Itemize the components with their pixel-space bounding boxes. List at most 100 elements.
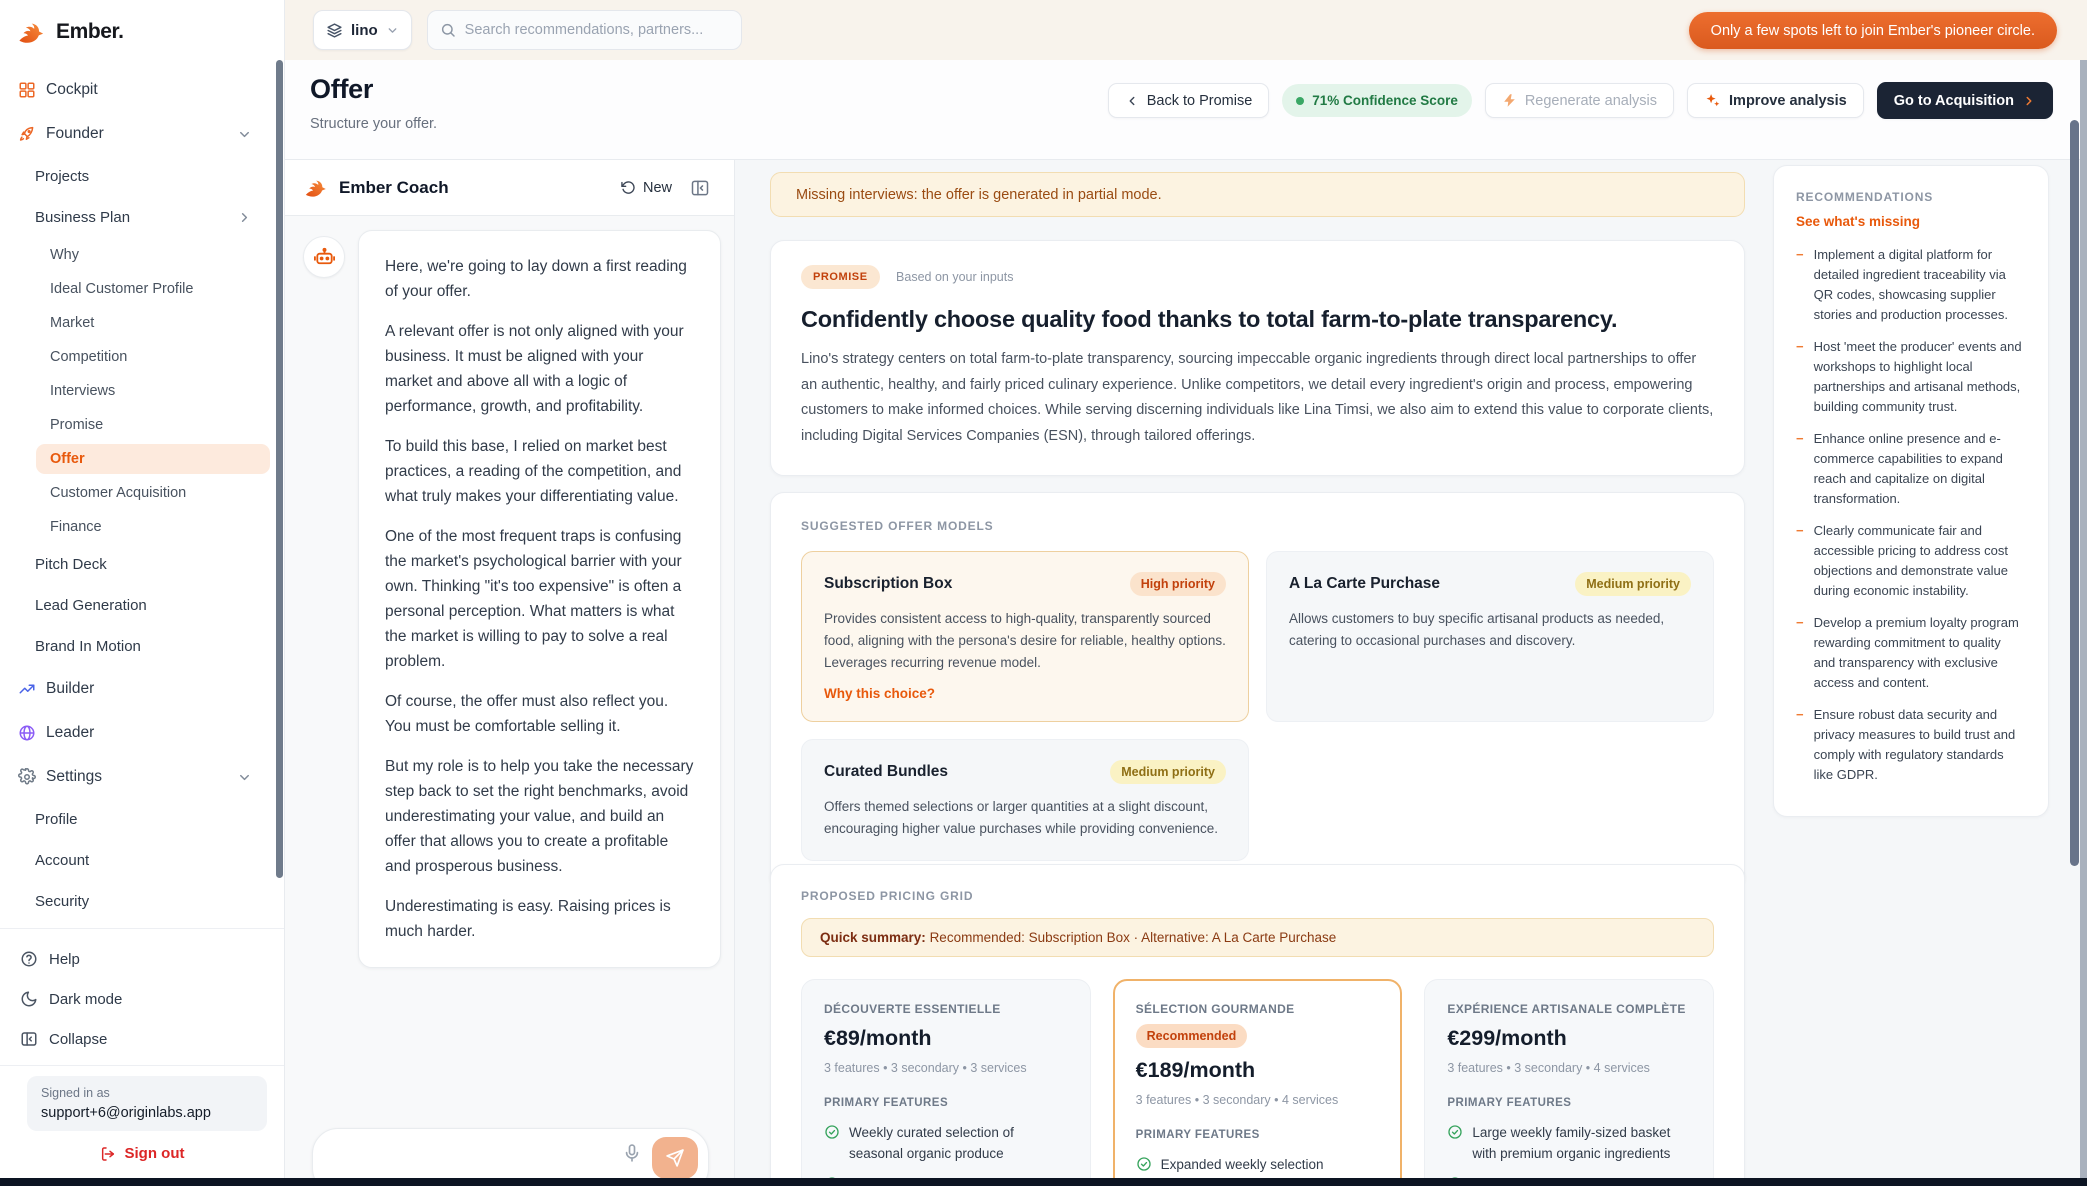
priority-badge: Medium priority [1110,760,1226,784]
help-icon [20,950,38,968]
sidebar-item-collapse[interactable]: Collapse [0,1019,284,1059]
improve-analysis-button[interactable]: Improve analysis [1687,83,1864,118]
sidebar-item-cockpit[interactable]: Cockpit [0,68,284,112]
sidebar-item-label: Promise [50,417,103,433]
regenerate-analysis-button[interactable]: Regenerate analysis [1485,83,1674,118]
sidebar-item-label: Collapse [49,1031,107,1048]
chevron-down-icon [237,770,252,785]
tier-feature-list: Weekly curated selection of seasonal org… [824,1122,1068,1186]
sidebar-item-label: Ideal Customer Profile [50,281,193,297]
sidebar-item-founder[interactable]: Founder [0,112,284,156]
sidebar-item-projects[interactable]: Projects [0,156,284,197]
page-subtitle: Structure your offer. [310,116,437,132]
robot-icon [313,246,336,269]
microphone-icon[interactable] [622,1143,642,1163]
sidebar-item-dark-mode[interactable]: Dark mode [0,979,284,1019]
pricing-tier-experience[interactable]: EXPÉRIENCE ARTISANALE COMPLÈTE €299/mont… [1424,979,1714,1186]
send-message-button[interactable] [652,1137,698,1178]
sidebar-item-ideal-customer-profile[interactable]: Ideal Customer Profile [0,272,284,306]
collapse-panel-icon[interactable] [690,178,710,198]
sidebar-item-interviews[interactable]: Interviews [0,374,284,408]
tier-price: €89/month [824,1026,1068,1051]
sidebar-item-promise[interactable]: Promise [0,408,284,442]
why-this-choice-link[interactable]: Why this choice? [824,686,1226,701]
offer-model-a-la-carte[interactable]: A La Carte Purchase Medium priority Allo… [1266,551,1714,722]
pricing-tier-selection-recommended[interactable]: SÉLECTION GOURMANDE Recommended €189/mon… [1113,979,1403,1186]
recommendation-item: −Host 'meet the producer' events and wor… [1796,337,2026,417]
recommendation-item: −Clearly communicate fair and accessible… [1796,521,2026,601]
taskbar-edge [0,1178,2087,1186]
page-scrollbar-track[interactable] [2080,60,2087,1186]
offer-model-subscription-box[interactable]: Subscription Box High priority Provides … [801,551,1249,722]
search-input[interactable] [465,22,729,38]
sidebar-item-market[interactable]: Market [0,306,284,340]
sidebar-item-label: Projects [35,168,89,185]
header-actions: Back to Promise 71% Confidence Score Reg… [1108,82,2053,119]
tier-features-label: PRIMARY FEATURES [824,1097,1068,1109]
divider [0,928,284,929]
sidebar-item-offer[interactable]: Offer [36,444,270,474]
promo-banner-button[interactable]: Only a few spots left to join Ember's pi… [1689,12,2057,49]
go-to-acquisition-button[interactable]: Go to Acquisition [1877,82,2053,119]
sidebar-item-label: Account [35,852,89,869]
global-search [427,10,742,50]
sidebar-item-help[interactable]: Help [0,939,284,979]
coach-message-bubble: Here, we're going to lay down a first re… [358,230,721,968]
new-conversation-button[interactable]: New [621,180,672,196]
chat-input-box [312,1128,709,1178]
sidebar-item-lead-generation[interactable]: Lead Generation [0,585,284,626]
sidebar-item-customer-acquisition[interactable]: Customer Acquisition [0,476,284,510]
tier-name: DÉCOUVERTE ESSENTIELLE [824,1002,1001,1016]
tier-features-label: PRIMARY FEATURES [1136,1129,1380,1141]
check-circle-icon [824,1124,840,1140]
sidebar-item-label: Builder [46,680,94,698]
sidebar-item-brand-in-motion[interactable]: Brand In Motion [0,626,284,667]
chevron-down-icon [386,24,399,37]
sidebar-item-leader[interactable]: Leader [0,711,284,755]
sidebar-item-label: Finance [50,519,102,535]
page-scrollbar-thumb[interactable] [2070,120,2079,866]
sidebar-item-business-plan[interactable]: Business Plan [0,197,284,238]
workspace-name: lino [351,22,378,39]
offer-model-curated-bundles[interactable]: Curated Bundles Medium priority Offers t… [801,739,1249,861]
sidebar-item-label: Dark mode [49,991,122,1008]
see-whats-missing-link[interactable]: See what's missing [1796,214,2026,229]
globe-icon [18,724,36,742]
trend-icon [18,680,36,698]
tier-meta: 3 features • 3 secondary • 4 services [1136,1093,1380,1107]
sidebar-item-account[interactable]: Account [0,840,284,881]
tier-price: €299/month [1447,1026,1691,1051]
sidebar-item-why[interactable]: Why [0,238,284,272]
coach-title: Ember Coach [339,178,449,198]
dash-bullet-icon: − [1796,337,1804,417]
sidebar-item-label: Offer [50,451,85,467]
suggested-offer-models-card: SUGGESTED OFFER MODELS Subscription Box … [770,492,1745,890]
back-to-promise-label: Back to Promise [1147,93,1253,109]
chat-input[interactable] [335,1139,578,1169]
page-header: Offer Structure your offer. Back to Prom… [285,60,2087,160]
quick-summary-label: Quick summary: [820,930,926,945]
coach-panel: Ember Coach New Here, we're going to lay… [285,160,735,1178]
sidebar-nav: CockpitFounder Projects Business PlanWhy Id… [0,64,284,922]
back-to-promise-button[interactable]: Back to Promise [1108,83,1270,118]
recommendations-list: −Implement a digital platform for detail… [1796,245,2026,785]
sidebar-scrollbar[interactable] [276,60,283,878]
quick-summary-banner: Quick summary: Recommended: Subscription… [801,918,1714,957]
chevron-down-icon [237,127,252,142]
sign-out-label: Sign out [125,1145,185,1162]
sidebar-item-profile[interactable]: Profile [0,799,284,840]
sidebar-item-pitch-deck[interactable]: Pitch Deck [0,544,284,585]
sidebar-item-finance[interactable]: Finance [0,510,284,544]
sidebar-item-builder[interactable]: Builder [0,667,284,711]
app-logo[interactable]: Ember. [0,0,284,64]
sidebar-item-settings[interactable]: Settings [0,755,284,799]
recommendation-text: Implement a digital platform for detaile… [1814,245,2026,325]
recommendation-text: Clearly communicate fair and accessible … [1814,521,2026,601]
sign-out-button[interactable]: Sign out [0,1145,284,1162]
sidebar-item-security[interactable]: Security [0,881,284,922]
recommendation-item: −Enhance online presence and e-commerce … [1796,429,2026,509]
tier-feature-text: Weekly curated selection of seasonal org… [849,1122,1068,1164]
workspace-selector[interactable]: lino [313,10,412,50]
sidebar-item-competition[interactable]: Competition [0,340,284,374]
pricing-tier-decouverte[interactable]: DÉCOUVERTE ESSENTIELLE €89/month 3 featu… [801,979,1091,1186]
